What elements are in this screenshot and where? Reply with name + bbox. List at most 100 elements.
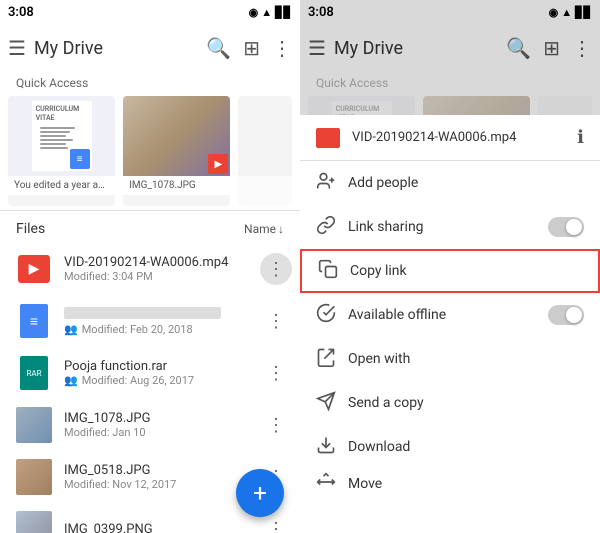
info-button[interactable]: ℹ xyxy=(577,127,584,148)
add-people-label: Add people xyxy=(348,175,584,191)
offline-icon xyxy=(316,303,348,328)
menu-item-open-with[interactable]: Open with xyxy=(300,337,600,381)
search-icon-left[interactable]: 🔍 xyxy=(206,36,231,60)
menu-item-download[interactable]: Download xyxy=(300,425,600,469)
file-icon-img2 xyxy=(16,459,52,495)
file-icon-rar: RAR xyxy=(16,355,52,391)
menu-item-link-sharing[interactable]: Link sharing xyxy=(300,205,600,249)
link-icon xyxy=(316,215,348,240)
move-label: Move xyxy=(348,476,584,492)
thumb-card-partial xyxy=(238,96,292,206)
send-copy-label: Send a copy xyxy=(348,395,584,411)
file-name-doc xyxy=(64,307,221,319)
file-item-rar[interactable]: RAR Pooja function.rar 👥 Modified: Aug 2… xyxy=(0,347,300,399)
file-name-img1: IMG_1078.JPG xyxy=(64,411,260,426)
thumbnails-left: CURRICULUM VITAE ≡ You edited a year ago… xyxy=(0,96,300,206)
wifi-icon: ▲ xyxy=(261,6,272,19)
file-name-img3: IMG_0399.PNG xyxy=(64,522,260,533)
drive-title-left: My Drive xyxy=(34,38,198,59)
sort-arrow: ↓ xyxy=(278,222,284,236)
open-with-icon xyxy=(316,347,348,372)
divider-left xyxy=(0,210,300,211)
offline-toggle[interactable] xyxy=(548,305,584,325)
file-meta-doc: 👥 Modified: Feb 20, 2018 xyxy=(64,323,260,336)
context-file-icon xyxy=(316,128,340,148)
file-name-img2: IMG_0518.JPG xyxy=(64,463,260,478)
menu-item-available-offline[interactable]: Available offline xyxy=(300,293,600,337)
thumb-photo-name: IMG_1078.JPG xyxy=(123,176,230,195)
move-icon xyxy=(316,472,348,497)
add-people-icon xyxy=(316,171,348,196)
fab-button[interactable]: + xyxy=(236,469,284,517)
copy-link-label: Copy link xyxy=(350,263,582,279)
signal-bars: ▊▊ xyxy=(275,6,292,19)
file-meta-vid: Modified: 3:04 PM xyxy=(64,270,260,283)
download-icon xyxy=(316,435,348,460)
rar-icon: RAR xyxy=(20,356,48,390)
download-label: Download xyxy=(348,439,584,455)
file-meta-img2: Modified: Nov 12, 2017 xyxy=(64,478,260,491)
files-header: Files Name ↓ xyxy=(0,215,300,243)
shared-icon-rar: 👥 xyxy=(64,374,78,387)
sort-label: Name xyxy=(244,222,276,236)
context-header: VID-20190214-WA0006.mp4 ℹ xyxy=(300,115,600,161)
top-bar-left: ☰ My Drive 🔍 ⊞ ⋮ xyxy=(0,24,300,72)
file-meta-img1: Modified: Jan 10 xyxy=(64,426,260,439)
file-icon-doc: ≡ xyxy=(16,303,52,339)
menu-item-send-copy[interactable]: Send a copy xyxy=(300,381,600,425)
photo-badge: ▶ xyxy=(208,154,228,174)
more-icon-left[interactable]: ⋮ xyxy=(272,36,292,60)
file-name-vid: VID-20190214-WA0006.mp4 xyxy=(64,255,260,270)
more-btn-vid[interactable]: ⋮ xyxy=(260,253,292,285)
video-icon: ▶ xyxy=(18,255,50,283)
file-info-img1: IMG_1078.JPG Modified: Jan 10 xyxy=(64,411,260,439)
more-btn-rar[interactable]: ⋮ xyxy=(260,357,292,389)
file-info-vid: VID-20190214-WA0006.mp4 Modified: 3:04 P… xyxy=(64,255,260,283)
file-info-img3: IMG_0399.PNG xyxy=(64,522,260,533)
menu-item-copy-link[interactable]: Copy link xyxy=(300,249,600,293)
context-file-title: VID-20190214-WA0006.mp4 xyxy=(352,130,577,145)
file-info-img2: IMG_0518.JPG Modified: Nov 12, 2017 xyxy=(64,463,260,491)
file-item-doc[interactable]: ≡ 👥 Modified: Feb 20, 2018 ⋮ xyxy=(0,295,300,347)
menu-item-add-people[interactable]: Add people xyxy=(300,161,600,205)
left-panel: 3:08 ◉ ▲ ▊▊ ☰ My Drive 🔍 ⊞ ⋮ Quick Acces… xyxy=(0,0,300,533)
link-sharing-toggle[interactable] xyxy=(548,217,584,237)
file-icon-img1 xyxy=(16,407,52,443)
quick-access-label-left: Quick Access xyxy=(0,72,300,96)
shared-icon-doc: 👥 xyxy=(64,323,78,336)
send-copy-icon xyxy=(316,391,348,416)
thumb-card-photo[interactable]: ▶ IMG_1078.JPG xyxy=(123,96,230,206)
file-name-rar: Pooja function.rar xyxy=(64,359,260,374)
file-meta-rar: 👥 Modified: Aug 26, 2017 xyxy=(64,374,260,387)
more-btn-img1[interactable]: ⋮ xyxy=(260,409,292,441)
open-with-label: Open with xyxy=(348,351,584,367)
menu-icon-left[interactable]: ☰ xyxy=(8,36,26,60)
top-bar-icons-left: 🔍 ⊞ ⋮ xyxy=(206,36,292,60)
img-thumb-1 xyxy=(16,407,52,443)
thumb-doc-label: You edited a year ago xyxy=(8,176,115,195)
img-thumb-2 xyxy=(16,459,52,495)
copy-link-icon xyxy=(318,259,350,284)
file-info-rar: Pooja function.rar 👥 Modified: Aug 26, 2… xyxy=(64,359,260,387)
more-btn-doc[interactable]: ⋮ xyxy=(260,305,292,337)
thumb-img-photo: ▶ xyxy=(123,96,230,176)
menu-item-move[interactable]: Move xyxy=(300,469,600,499)
status-bar-left: 3:08 ◉ ▲ ▊▊ xyxy=(0,0,300,24)
sort-control[interactable]: Name ↓ xyxy=(244,222,284,236)
img-thumb-3 xyxy=(16,511,52,533)
file-icon-vid: ▶ xyxy=(16,251,52,287)
grid-icon-left[interactable]: ⊞ xyxy=(243,36,260,60)
thumb-img-doc: CURRICULUM VITAE ≡ xyxy=(8,96,115,176)
available-offline-label: Available offline xyxy=(348,307,548,323)
link-sharing-label: Link sharing xyxy=(348,219,548,235)
signal-icon: ◉ xyxy=(249,6,259,19)
time-left: 3:08 xyxy=(8,5,34,20)
files-label: Files xyxy=(16,221,244,237)
right-panel: 3:08 ◉ ▲ ▊▊ ☰ My Drive 🔍 ⊞ ⋮ Quick Acces… xyxy=(300,0,600,533)
thumb-card-doc[interactable]: CURRICULUM VITAE ≡ You edited a year ago xyxy=(8,96,115,206)
file-item-img1[interactable]: IMG_1078.JPG Modified: Jan 10 ⋮ xyxy=(0,399,300,451)
file-item-vid[interactable]: ▶ VID-20190214-WA0006.mp4 Modified: 3:04… xyxy=(0,243,300,295)
doc-badge: ≡ xyxy=(70,149,90,169)
file-info-doc: 👥 Modified: Feb 20, 2018 xyxy=(64,307,260,336)
doc-icon: ≡ xyxy=(20,304,48,338)
